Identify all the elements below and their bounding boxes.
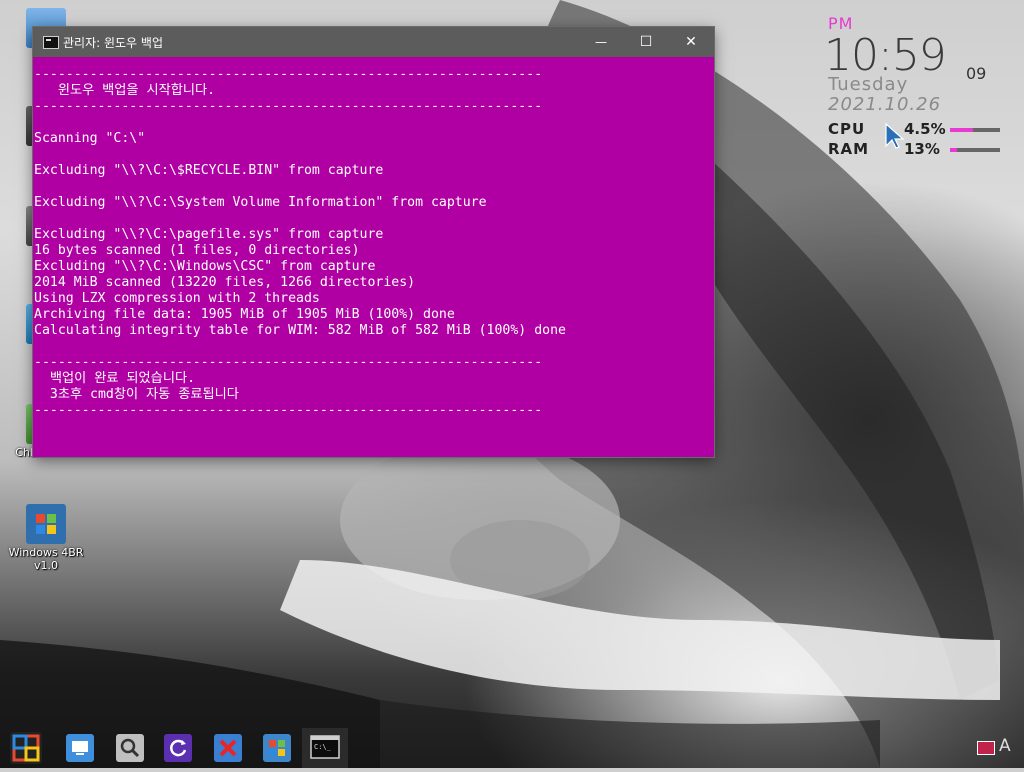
console-line: 16 bytes scanned (1 files, 0 directories… (34, 243, 360, 258)
console-line: ----------------------------------------… (34, 67, 543, 82)
console-line: 3초후 cmd창이 자동 종료됩니다 (34, 387, 239, 402)
search-icon (116, 734, 144, 762)
console-line: Excluding "\\?\C:\pagefile.sys" from cap… (34, 227, 384, 242)
console-line: ----------------------------------------… (34, 403, 543, 418)
console-line: Calculating integrity table for WIM: 582… (34, 323, 566, 338)
mouse-cursor-icon (885, 122, 905, 149)
close-x-icon (214, 734, 242, 762)
clock-day: Tuesday (828, 74, 909, 95)
console-line: 윈도우 백업을 시작합니다. (34, 83, 216, 98)
taskbar-cmd-button[interactable]: C:\_ (302, 728, 348, 768)
console-line: Scanning "C:\" (34, 131, 146, 146)
start-button[interactable] (10, 732, 42, 764)
taskbar-refresh-button[interactable] (162, 732, 194, 764)
desktop-icon-windows4br[interactable]: Windows 4BR v1.0 (8, 504, 84, 572)
console-line: 백업이 완료 되었습니다. (34, 371, 196, 386)
cmd-icon: C:\_ (310, 735, 340, 759)
taskbar (0, 728, 1024, 768)
console-line: Excluding "\\?\C:\$RECYCLE.BIN" from cap… (34, 163, 384, 178)
desktop-icon-label: Windows 4BR v1.0 (8, 546, 84, 572)
windows-logo-icon (26, 504, 66, 544)
console-line: Using LZX compression with 2 threads (34, 291, 320, 306)
clock-date: 2021.10.26 (828, 94, 942, 115)
start-icon (12, 734, 40, 762)
console-line: ----------------------------------------… (34, 99, 543, 114)
clock-widget: PM 10:59 09 Tuesday 2021.10.26 CPU 4.5% … (824, 12, 1020, 162)
clock-seconds: 09 (966, 64, 987, 83)
ram-meter (950, 148, 1000, 152)
refresh-icon (164, 734, 192, 762)
taskbar-windows-app-button[interactable] (261, 732, 293, 764)
desktop-icon (66, 734, 94, 762)
cpu-label: CPU (828, 120, 866, 138)
tray-ime-indicator[interactable]: A (999, 736, 1011, 756)
tray-keyboard-icon[interactable] (977, 741, 995, 755)
window-titlebar[interactable]: 관리자: 윈도우 백업 — ☐ ✕ (33, 27, 714, 57)
console-line: Excluding "\\?\C:\Windows\CSC" from capt… (34, 259, 376, 274)
svg-text:C:\_: C:\_ (314, 743, 332, 751)
maximize-button[interactable]: ☐ (623, 27, 669, 57)
console-window[interactable]: 관리자: 윈도우 백업 — ☐ ✕ ----------------------… (33, 27, 714, 457)
console-output[interactable]: ----------------------------------------… (34, 67, 710, 452)
cpu-value: 4.5% (904, 120, 946, 138)
cmd-icon (43, 36, 59, 49)
window-title: 관리자: 윈도우 백업 (63, 36, 163, 50)
ram-label: RAM (828, 140, 870, 158)
taskbar-search-button[interactable] (114, 732, 146, 764)
console-line: 2014 MiB scanned (13220 files, 1266 dire… (34, 275, 416, 290)
ram-meter-fill (950, 148, 957, 152)
console-line: Excluding "\\?\C:\System Volume Informat… (34, 195, 487, 210)
taskbar-close-x-button[interactable] (212, 732, 244, 764)
close-button[interactable]: ✕ (668, 27, 714, 57)
cpu-meter-fill (950, 128, 973, 132)
cpu-meter (950, 128, 1000, 132)
console-line: ----------------------------------------… (34, 355, 543, 370)
minimize-button[interactable]: — (578, 27, 624, 57)
taskbar-desktop-button[interactable] (64, 732, 96, 764)
ram-value: 13% (904, 140, 940, 158)
console-line: Archiving file data: 1905 MiB of 1905 Mi… (34, 307, 455, 322)
windows-app-icon (263, 734, 291, 762)
